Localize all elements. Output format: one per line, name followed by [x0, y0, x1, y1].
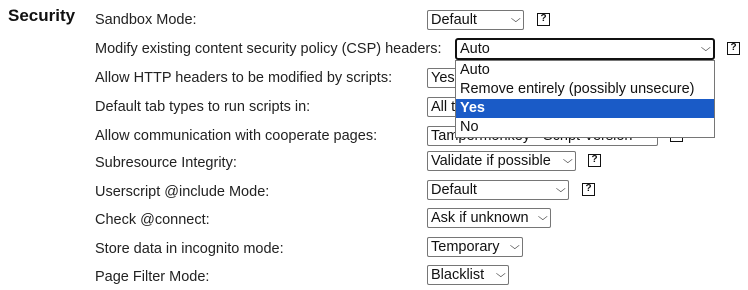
- section-title: Security: [8, 6, 76, 25]
- csp-headers-select[interactable]: Auto ⌵: [456, 39, 714, 59]
- question-help-icon[interactable]: ?: [582, 183, 595, 196]
- label-default-tab-types: Default tab types to run scripts in:: [95, 99, 311, 115]
- select-value: Default: [431, 12, 477, 28]
- dropdown-option-yes[interactable]: Yes: [456, 99, 714, 118]
- sandbox-mode-select[interactable]: Default ⌵: [427, 10, 524, 30]
- label-csp-headers: Modify existing content security policy …: [95, 41, 442, 57]
- label-check-connect: Check @connect:: [95, 212, 210, 228]
- select-value: Blacklist: [431, 267, 485, 283]
- select-value: Auto: [460, 41, 490, 57]
- subresource-integrity-select[interactable]: Validate if possible ⌵: [427, 151, 576, 171]
- label-subresource-integrity: Subresource Integrity:: [95, 155, 237, 171]
- incognito-storage-select[interactable]: Temporary ⌵: [427, 237, 523, 257]
- label-cooperate-pages: Allow communication with cooperate pages…: [95, 128, 378, 144]
- select-value: All t: [431, 99, 456, 115]
- label-http-headers: Allow HTTP headers to be modified by scr…: [95, 70, 393, 86]
- include-mode-select[interactable]: Default ⌵: [427, 180, 569, 200]
- chevron-down-icon: ⌵: [538, 212, 549, 223]
- csp-headers-dropdown-list[interactable]: Auto Remove entirely (possibly unsecure)…: [455, 60, 715, 138]
- question-help-icon[interactable]: ?: [588, 154, 601, 167]
- label-include-mode: Userscript @include Mode:: [95, 184, 270, 200]
- chevron-down-icon: ⌵: [511, 14, 522, 25]
- chevron-down-icon: ⌵: [701, 43, 712, 54]
- label-sandbox-mode: Sandbox Mode:: [95, 12, 197, 28]
- dropdown-option-no[interactable]: No: [456, 118, 714, 137]
- check-connect-select[interactable]: Ask if unknown ⌵: [427, 208, 551, 228]
- question-help-icon[interactable]: ?: [727, 42, 740, 55]
- page-filter-mode-select[interactable]: Blacklist ⌵: [427, 265, 509, 285]
- dropdown-option-remove-entirely[interactable]: Remove entirely (possibly unsecure): [456, 80, 714, 99]
- dropdown-option-auto[interactable]: Auto: [456, 61, 714, 80]
- chevron-down-icon: ⌵: [496, 269, 507, 280]
- chevron-down-icon: ⌵: [510, 241, 521, 252]
- select-value: Ask if unknown: [431, 210, 529, 226]
- label-page-filter-mode: Page Filter Mode:: [95, 269, 210, 285]
- select-value: Default: [431, 182, 477, 198]
- select-value: Temporary: [431, 239, 500, 255]
- question-help-icon[interactable]: ?: [537, 13, 550, 26]
- chevron-down-icon: ⌵: [563, 155, 574, 166]
- chevron-down-icon: ⌵: [556, 184, 567, 195]
- select-value: Validate if possible: [431, 153, 551, 169]
- select-value: Yes: [431, 70, 455, 86]
- label-incognito-storage: Store data in incognito mode:: [95, 241, 284, 257]
